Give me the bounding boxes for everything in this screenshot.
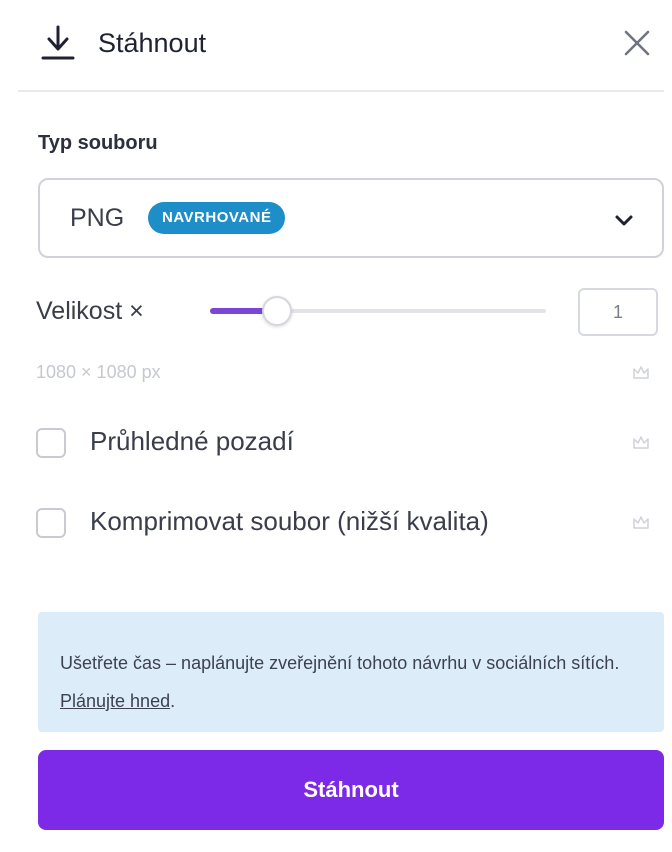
panel-header: Stáhnout	[18, 0, 664, 92]
download-panel: Stáhnout Typ souboru PNG NAVRHOVANÉ Veli…	[0, 0, 672, 852]
dimensions-text: 1080 × 1080 px	[36, 362, 161, 382]
size-slider[interactable]	[210, 296, 546, 326]
suggested-badge: NAVRHOVANÉ	[148, 202, 286, 234]
chevron-down-icon	[615, 215, 633, 226]
transparent-background-checkbox[interactable]	[36, 428, 66, 458]
schedule-info-text: Ušetřete čas – naplánujte zveřejnění toh…	[60, 644, 650, 720]
crown-icon	[633, 366, 649, 379]
transparent-background-option[interactable]: Průhledné pozadí	[36, 424, 596, 464]
compress-file-checkbox[interactable]	[36, 508, 66, 538]
compress-file-option[interactable]: Komprimovat soubor (nižší kvalita)	[36, 504, 596, 544]
slider-thumb[interactable]	[262, 296, 292, 326]
transparent-background-label: Průhledné pozadí	[90, 426, 294, 456]
download-button[interactable]: Stáhnout	[38, 750, 664, 830]
file-type-select[interactable]: PNG NAVRHOVANÉ	[38, 178, 664, 258]
crown-icon	[633, 436, 649, 449]
panel-title: Stáhnout	[98, 28, 207, 58]
size-input[interactable]	[578, 288, 658, 336]
schedule-info-suffix: .	[170, 691, 176, 711]
size-label: Velikost ×	[36, 297, 144, 325]
file-type-label: Typ souboru	[38, 132, 158, 154]
download-icon	[41, 25, 75, 60]
close-icon[interactable]	[622, 28, 652, 58]
crown-icon	[633, 516, 649, 529]
compress-file-label: Komprimovat soubor (nižší kvalita)	[90, 506, 489, 536]
schedule-now-link[interactable]: Plánujte hned	[60, 691, 170, 711]
schedule-info-box: Ušetřete čas – naplánujte zveřejnění toh…	[38, 612, 664, 732]
file-type-value: PNG	[70, 204, 125, 232]
schedule-info-message: Ušetřete čas – naplánujte zveřejnění toh…	[60, 653, 620, 673]
